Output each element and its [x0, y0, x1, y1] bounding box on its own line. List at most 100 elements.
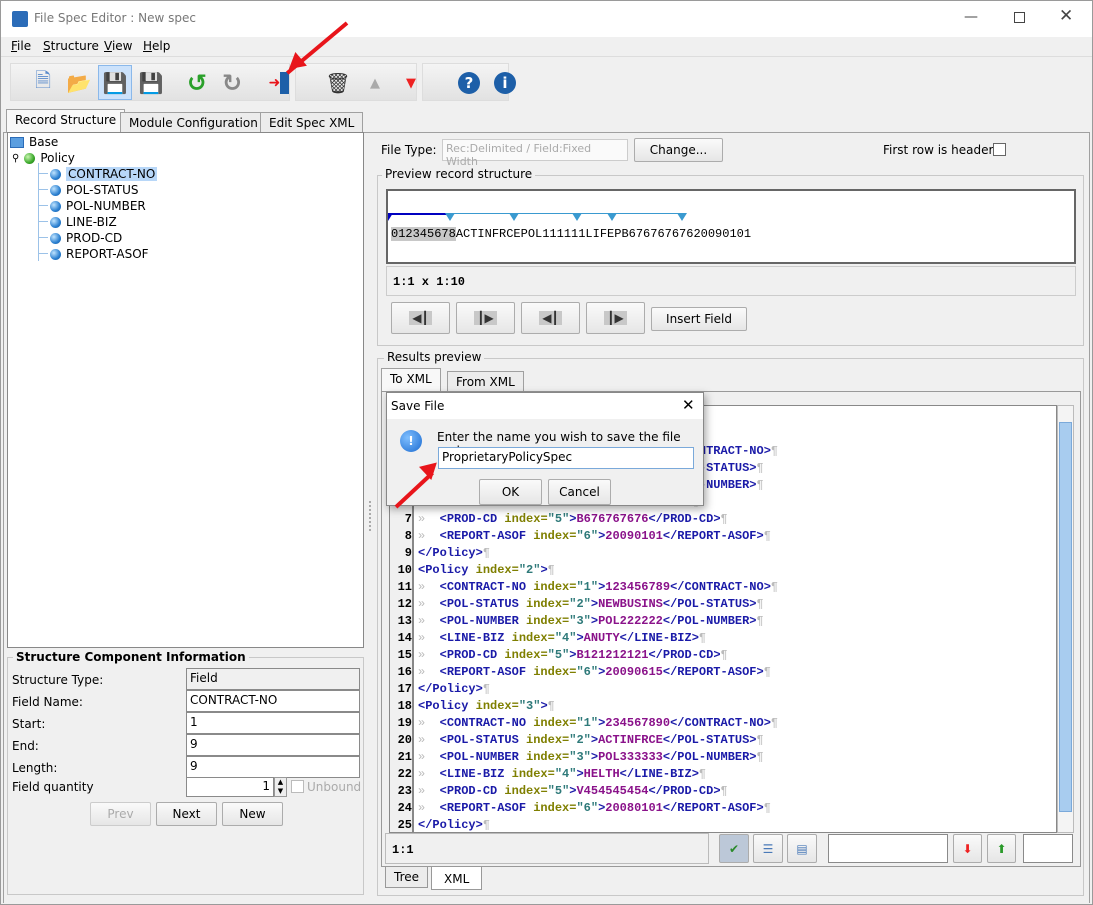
- menu-help[interactable]: Help: [143, 39, 170, 53]
- tab-module-configuration[interactable]: Module Configuration: [120, 112, 267, 134]
- redo-icon[interactable]: ↻: [216, 67, 248, 99]
- xml-close-tag: PROD-CD: [662, 648, 714, 662]
- trash-icon[interactable]: 🗑: [322, 67, 354, 99]
- field-marker-selected[interactable]: [391, 213, 449, 215]
- field-boundary-marker[interactable]: [572, 213, 582, 221]
- component-value-field[interactable]: 1: [186, 712, 360, 734]
- tab-from-xml[interactable]: From XML: [447, 371, 524, 393]
- line-end-marker: ¶: [482, 682, 491, 696]
- dialog-close-button[interactable]: ✕: [682, 396, 695, 414]
- xml-line: </Policy>¶: [418, 546, 490, 560]
- tree-node-base[interactable]: Base: [10, 135, 58, 149]
- xml-attribute: index=: [497, 648, 548, 662]
- info-icon[interactable]: i: [489, 67, 521, 99]
- next-button[interactable]: Next: [156, 802, 217, 826]
- open-icon[interactable]: 📂: [63, 67, 95, 99]
- xml-tag: Policy: [432, 818, 476, 832]
- field-boundary-marker[interactable]: [509, 213, 519, 221]
- tab-record-structure[interactable]: Record Structure: [6, 109, 126, 133]
- xml-punct: </: [619, 631, 635, 645]
- xml-punct: </: [662, 597, 678, 611]
- minimize-button[interactable]: —: [964, 9, 978, 25]
- tab-tree[interactable]: Tree: [385, 867, 429, 888]
- xml-scrollbar-thumb[interactable]: [1059, 422, 1072, 812]
- xml-punct: >: [749, 733, 757, 747]
- xml-punct: ": [583, 750, 591, 764]
- xml-punct: >: [540, 563, 548, 577]
- tree-node-field[interactable]: CONTRACT-NO: [50, 167, 158, 181]
- xml-scrollbar[interactable]: [1057, 405, 1074, 833]
- menu-view[interactable]: View: [104, 39, 132, 53]
- field-quantity-input[interactable]: 1: [186, 777, 274, 797]
- field-boundary-marker[interactable]: [607, 213, 617, 221]
- field-quantity-spinner[interactable]: ▲ ▼: [274, 777, 287, 797]
- xml-punct: <: [439, 512, 447, 526]
- document-list-button[interactable]: ▤: [787, 834, 817, 863]
- xml-punct: >: [590, 750, 599, 764]
- prev-button[interactable]: Prev: [90, 802, 151, 826]
- shift-start-left-button[interactable]: ◀┃: [391, 302, 450, 334]
- tab-to-xml[interactable]: To XML: [381, 368, 441, 392]
- shift-end-right-button[interactable]: ┃▶: [586, 302, 645, 334]
- move-up-icon[interactable]: ▲: [359, 67, 391, 99]
- document-view-button[interactable]: ☰: [753, 834, 783, 863]
- line-end-marker: ¶: [763, 665, 771, 679]
- tab-edit-spec-xml[interactable]: Edit Spec XML: [260, 112, 364, 134]
- menu-structure[interactable]: Structure: [43, 39, 99, 53]
- filename-input[interactable]: ProprietaryPolicySpec: [438, 447, 694, 469]
- tree-node-field[interactable]: PROD-CD: [50, 231, 122, 245]
- tab-xml[interactable]: XML: [431, 867, 483, 890]
- xml-text: B121212121: [576, 648, 649, 662]
- first-row-headers-checkbox[interactable]: [993, 143, 1006, 156]
- undo-icon[interactable]: ↺: [181, 67, 213, 99]
- xml-cursor-position: 1:1: [385, 833, 709, 864]
- component-value-field[interactable]: 9: [186, 756, 360, 778]
- tree-node-field[interactable]: POL-STATUS: [50, 183, 139, 197]
- xml-punct: ": [547, 784, 555, 798]
- maximize-button[interactable]: [1014, 12, 1025, 23]
- xml-punct: >: [713, 648, 721, 662]
- move-down-icon[interactable]: ▼: [395, 67, 427, 99]
- line-number: 23: [397, 784, 412, 798]
- close-button[interactable]: ✕: [1059, 6, 1073, 26]
- help-icon[interactable]: ?: [453, 67, 485, 99]
- field-boundary-marker[interactable]: [388, 213, 393, 221]
- structure-tree[interactable]: Base ⚲ Policy CONTRACT-NO POL-STATUS POL-NU…: [7, 132, 364, 648]
- shift-end-left-button[interactable]: ◀┃: [521, 302, 580, 334]
- record-ruler-view[interactable]: 012345678ACTINFRCEPOL111111LIFEPB6767676…: [386, 189, 1076, 264]
- menu-file[interactable]: File: [11, 39, 31, 53]
- line-number: 17: [397, 682, 412, 696]
- tree-node-policy[interactable]: ⚲ Policy: [12, 151, 75, 165]
- change-file-type-button[interactable]: Change...: [634, 138, 723, 162]
- splitter-handle[interactable]: [369, 501, 371, 531]
- tree-node-field[interactable]: REPORT-ASOF: [50, 247, 149, 261]
- insert-field-button[interactable]: Insert Field: [651, 307, 747, 331]
- tree-node-field[interactable]: POL-NUMBER: [50, 199, 146, 213]
- component-value-field[interactable]: 9: [186, 734, 360, 756]
- xml-punct: <: [439, 733, 447, 747]
- tree-node-field[interactable]: LINE-BIZ: [50, 215, 117, 229]
- xml-punct: ": [518, 699, 527, 713]
- find-next-button[interactable]: ⬇: [953, 834, 982, 863]
- xml-punct: </: [662, 614, 678, 628]
- xml-punct: ": [590, 529, 599, 543]
- save-icon[interactable]: 💾: [98, 65, 132, 100]
- new-button[interactable]: New: [222, 802, 283, 826]
- save-as-icon[interactable]: 💾: [135, 67, 167, 99]
- cancel-button[interactable]: Cancel: [548, 479, 611, 505]
- xml-line: </Policy>¶: [418, 818, 490, 832]
- field-boundary-marker[interactable]: [677, 213, 687, 221]
- find-previous-button[interactable]: ⬆: [987, 834, 1016, 863]
- shift-start-right-button[interactable]: ┃▶: [456, 302, 515, 334]
- xml-close-tag: REPORT-ASOF: [677, 665, 757, 679]
- xml-punct: <: [439, 784, 447, 798]
- xml-punct: >: [590, 733, 599, 747]
- validate-xml-button[interactable]: ✔: [719, 834, 749, 863]
- field-boundary-marker[interactable]: [445, 213, 455, 221]
- ok-button[interactable]: OK: [479, 479, 542, 505]
- search-input[interactable]: [828, 834, 948, 863]
- new-spec-icon[interactable]: 🗎: [27, 67, 59, 99]
- expand-handle-icon[interactable]: ⚲: [12, 153, 19, 164]
- component-value-field[interactable]: CONTRACT-NO: [186, 690, 360, 712]
- unbound-checkbox[interactable]: [291, 780, 304, 793]
